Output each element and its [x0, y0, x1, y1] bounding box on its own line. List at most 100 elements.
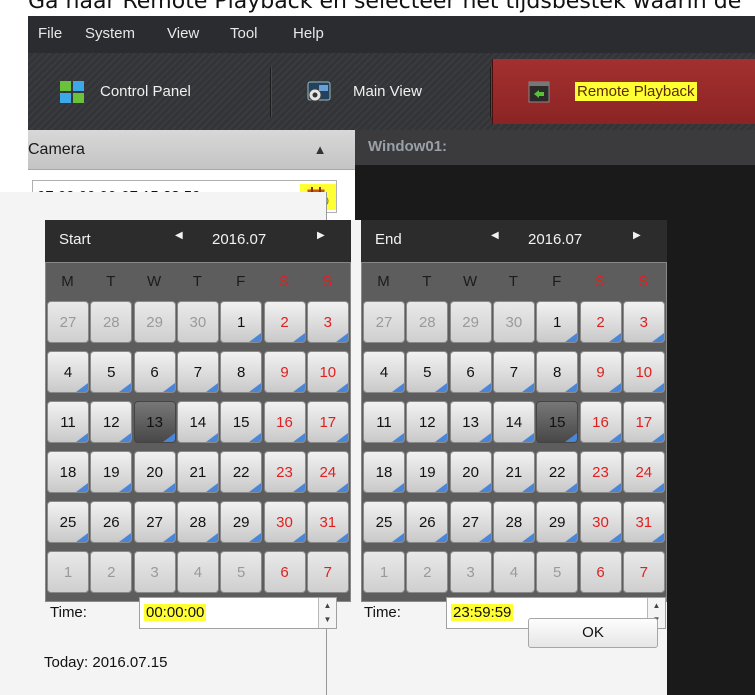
ok-button[interactable]: OK	[528, 618, 658, 648]
day-cell[interactable]: 30	[263, 501, 306, 543]
day-cell[interactable]: 28	[406, 301, 449, 343]
day-cell[interactable]: 25	[47, 501, 89, 543]
day-cell[interactable]: 22	[536, 451, 579, 493]
day-cell[interactable]: 3	[133, 551, 176, 593]
camera-panel-header[interactable]: Camera ▲	[28, 130, 355, 170]
day-cell[interactable]: 2	[263, 301, 306, 343]
day-cell[interactable]: 10	[306, 351, 349, 393]
day-cell[interactable]: 7	[622, 551, 665, 593]
prev-month-icon[interactable]: ◀	[491, 230, 499, 241]
next-month-icon[interactable]: ▶	[317, 230, 325, 241]
day-cell[interactable]: 5	[220, 551, 263, 593]
day-cell[interactable]: 19	[90, 451, 133, 493]
day-cell[interactable]: 19	[406, 451, 449, 493]
day-cell[interactable]: 9	[579, 351, 622, 393]
spin-up-icon[interactable]: ▲	[648, 601, 665, 610]
day-cell[interactable]: 7	[492, 351, 535, 393]
day-cell[interactable]: 24	[306, 451, 349, 493]
day-cell[interactable]: 29	[536, 501, 579, 543]
day-cell[interactable]: 23	[579, 451, 622, 493]
day-cell[interactable]: 28	[176, 501, 219, 543]
day-cell[interactable]: 10	[622, 351, 665, 393]
start-time-input[interactable]: 00:00:00 ▲ ▼	[139, 597, 337, 629]
day-cell[interactable]: 25	[363, 501, 405, 543]
day-cell[interactable]: 4	[363, 351, 405, 393]
day-cell[interactable]: 30	[176, 301, 219, 343]
day-cell[interactable]: 31	[306, 501, 349, 543]
day-cell[interactable]: 6	[449, 351, 492, 393]
day-cell[interactable]: 3	[449, 551, 492, 593]
day-cell[interactable]: 17	[306, 401, 349, 443]
day-cell[interactable]: 21	[492, 451, 535, 493]
day-cell[interactable]: 13	[449, 401, 492, 443]
day-cell[interactable]: 2	[406, 551, 449, 593]
day-cell[interactable]: 18	[363, 451, 405, 493]
day-cell[interactable]: 12	[90, 401, 133, 443]
chevron-up-icon[interactable]: ▲	[310, 140, 330, 160]
day-cell[interactable]: 18	[47, 451, 89, 493]
day-cell[interactable]: 8	[220, 351, 263, 393]
menu-tool[interactable]: Tool	[230, 25, 258, 42]
menu-help[interactable]: Help	[293, 25, 324, 42]
day-cell[interactable]: 6	[133, 351, 176, 393]
day-cell[interactable]: 26	[406, 501, 449, 543]
day-cell[interactable]: 28	[90, 301, 133, 343]
day-cell[interactable]: 14	[492, 401, 535, 443]
day-cell[interactable]: 4	[492, 551, 535, 593]
day-cell[interactable]: 16	[263, 401, 306, 443]
tab-remote-playback[interactable]: Remote Playback	[492, 59, 755, 124]
spin-up-icon[interactable]: ▲	[319, 601, 336, 610]
prev-month-icon[interactable]: ◀	[175, 230, 183, 241]
day-cell[interactable]: 2	[90, 551, 133, 593]
day-cell[interactable]: 5	[90, 351, 133, 393]
day-cell[interactable]: 20	[449, 451, 492, 493]
day-cell[interactable]: 1	[47, 551, 89, 593]
start-time-spinner[interactable]: ▲ ▼	[318, 598, 336, 628]
day-cell[interactable]: 16	[579, 401, 622, 443]
day-cell[interactable]: 11	[363, 401, 405, 443]
next-month-icon[interactable]: ▶	[633, 230, 641, 241]
menu-system[interactable]: System	[85, 25, 135, 42]
day-cell[interactable]: 3	[622, 301, 665, 343]
menu-view[interactable]: View	[167, 25, 199, 42]
day-cell[interactable]: 27	[449, 501, 492, 543]
day-cell[interactable]: 24	[622, 451, 665, 493]
tab-control-panel[interactable]: Control Panel	[60, 59, 191, 124]
day-cell[interactable]: 29	[220, 501, 263, 543]
day-cell[interactable]: 4	[176, 551, 219, 593]
day-cell[interactable]: 1	[536, 301, 579, 343]
day-cell[interactable]: 5	[536, 551, 579, 593]
day-cell[interactable]: 6	[263, 551, 306, 593]
spin-down-icon[interactable]: ▼	[319, 615, 336, 624]
day-cell[interactable]: 11	[47, 401, 89, 443]
day-cell[interactable]: 4	[47, 351, 89, 393]
day-cell[interactable]: 13	[133, 401, 176, 443]
day-cell[interactable]: 14	[176, 401, 219, 443]
day-cell[interactable]: 20	[133, 451, 176, 493]
day-cell[interactable]: 28	[492, 501, 535, 543]
day-cell[interactable]: 26	[90, 501, 133, 543]
day-cell[interactable]: 3	[306, 301, 349, 343]
day-cell[interactable]: 15	[536, 401, 579, 443]
day-cell[interactable]: 9	[263, 351, 306, 393]
menu-file[interactable]: File	[38, 25, 62, 42]
day-cell[interactable]: 27	[47, 301, 89, 343]
day-cell[interactable]: 5	[406, 351, 449, 393]
day-cell[interactable]: 6	[579, 551, 622, 593]
day-cell[interactable]: 1	[363, 551, 405, 593]
day-cell[interactable]: 30	[492, 301, 535, 343]
day-cell[interactable]: 31	[622, 501, 665, 543]
day-cell[interactable]: 1	[220, 301, 263, 343]
tab-main-view[interactable]: Main View	[306, 59, 422, 124]
day-cell[interactable]: 29	[449, 301, 492, 343]
day-cell[interactable]: 21	[176, 451, 219, 493]
day-cell[interactable]: 23	[263, 451, 306, 493]
day-cell[interactable]: 15	[220, 401, 263, 443]
day-cell[interactable]: 2	[579, 301, 622, 343]
day-cell[interactable]: 12	[406, 401, 449, 443]
day-cell[interactable]: 27	[133, 501, 176, 543]
day-cell[interactable]: 7	[176, 351, 219, 393]
day-cell[interactable]: 29	[133, 301, 176, 343]
day-cell[interactable]: 7	[306, 551, 349, 593]
day-cell[interactable]: 8	[536, 351, 579, 393]
